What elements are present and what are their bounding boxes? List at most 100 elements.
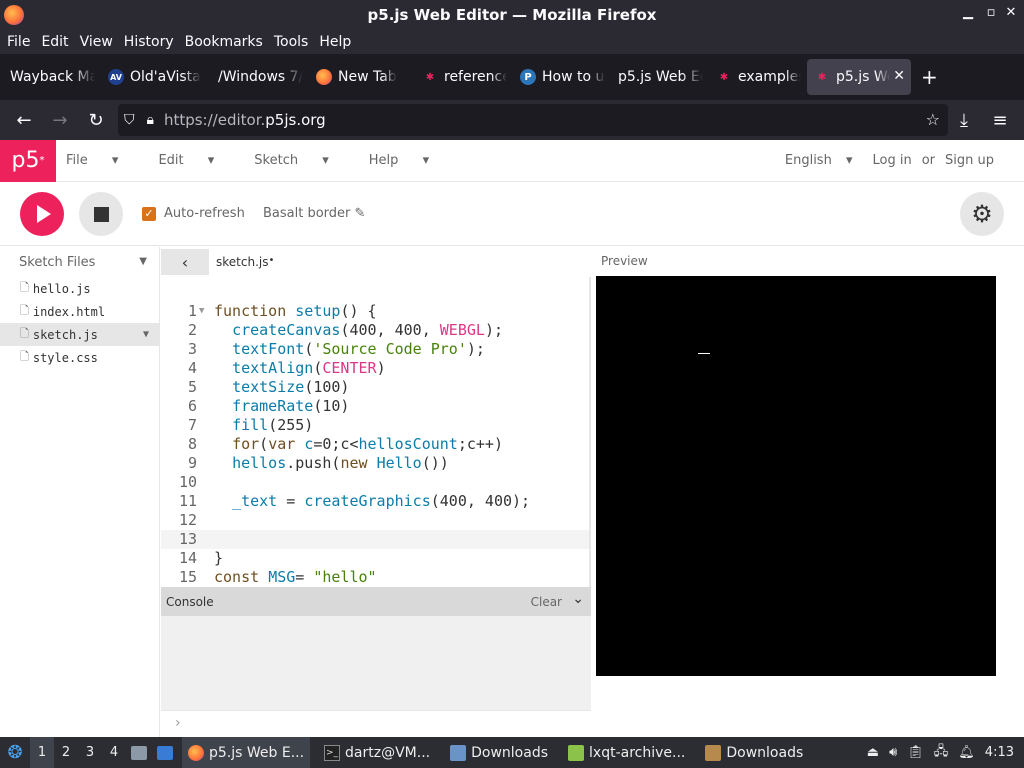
caret-down-icon[interactable]: ▼ <box>143 329 149 340</box>
canvas-text-glyph <box>698 353 710 354</box>
code-line[interactable]: 11 _text = createGraphics(400, 400); <box>161 492 591 511</box>
downloads-icon[interactable]: ⤓ <box>948 104 980 136</box>
bookmark-star-icon[interactable]: ☆ <box>926 110 940 129</box>
menu-edit[interactable]: Edit <box>41 34 68 50</box>
code-line[interactable]: 6 frameRate(10) <box>161 397 591 416</box>
code-line[interactable]: 2 createCanvas(400, 400, WEBGL); <box>161 321 591 340</box>
workspace-3[interactable]: 3 <box>78 737 102 768</box>
menu-view[interactable]: View <box>80 34 113 50</box>
show-desktop-icon[interactable] <box>152 737 178 768</box>
menu-history[interactable]: History <box>124 34 174 50</box>
tab-how-to[interactable]: P How to us <box>513 59 605 95</box>
code-editor[interactable]: 1 ▼ function setup() {2 createCanvas(400, … <box>161 277 591 587</box>
file-index-html[interactable]: 🗋 index.html <box>0 300 159 323</box>
forward-arrow-icon[interactable]: → <box>44 104 76 136</box>
p5-menu-help[interactable]: Help ▾ <box>369 153 449 168</box>
clipboard-icon[interactable]: 📋︎ <box>907 745 924 760</box>
code-line[interactable]: 14} <box>161 549 591 568</box>
menu-tools[interactable]: Tools <box>274 34 309 50</box>
new-tab-icon[interactable]: + <box>921 65 938 89</box>
url-bar[interactable]: ⛉ 🔒︎ https://editor. p5js.org ☆ <box>118 104 948 136</box>
notification-icon[interactable]: 🔔︎ <box>958 745 975 760</box>
workspace-2[interactable]: 2 <box>54 737 78 768</box>
code-line[interactable]: 7 fill(255) <box>161 416 591 435</box>
preview-canvas[interactable] <box>596 276 996 676</box>
code-line[interactable]: 4 textAlign(CENTER) <box>161 359 591 378</box>
code-line[interactable]: 8 for(var c=0;c<hellosCount;c++) <box>161 435 591 454</box>
workspace-4[interactable]: 4 <box>102 737 126 768</box>
code-line[interactable]: 9 hellos.push(new Hello()) <box>161 454 591 473</box>
editor-scrollbar[interactable] <box>589 277 591 587</box>
caret-down-icon[interactable]: ▼ <box>139 256 147 267</box>
tab-p5-editor-active[interactable]: ✱ p5.js We ✕ <box>807 59 911 95</box>
workspace-1[interactable]: 1 <box>30 737 54 768</box>
file-sketch-js[interactable]: 🗋 sketch.js ▼ <box>0 323 159 346</box>
eject-icon[interactable]: ⏏ <box>867 745 879 760</box>
reload-icon[interactable]: ↻ <box>80 104 112 136</box>
tab-label: How to us <box>542 69 605 85</box>
task-terminal[interactable]: >_ dartz@VM... <box>318 737 436 768</box>
sketch-name[interactable]: Basalt border ✎ <box>263 206 365 221</box>
settings-button[interactable]: ⚙ <box>960 192 1004 236</box>
tab-oldavista[interactable]: AV Old'aVista <box>101 59 205 95</box>
code-line[interactable]: 13 <box>161 530 591 549</box>
line-number: 14 <box>178 549 197 567</box>
pencil-icon[interactable]: ✎ <box>355 206 366 221</box>
start-menu-icon[interactable]: ❂ <box>0 737 30 768</box>
tab-new-tab[interactable]: New Tab <box>309 59 409 95</box>
collapse-sidebar-button[interactable]: ‹ <box>161 249 209 275</box>
fold-arrow-icon[interactable]: ▼ <box>199 302 204 321</box>
p5-menu-sketch[interactable]: Sketch ▾ <box>254 153 348 168</box>
file-icon: 🗋 <box>20 281 29 294</box>
code-line[interactable]: 12 <box>161 511 591 530</box>
hamburger-menu-icon[interactable]: ≡ <box>984 104 1016 136</box>
console-input[interactable]: › <box>161 710 591 737</box>
task-downloads[interactable]: Downloads <box>444 737 554 768</box>
p5-menu-file[interactable]: File ▾ <box>66 153 138 168</box>
stop-button[interactable] <box>79 192 123 236</box>
p5-menu-edit[interactable]: Edit ▾ <box>158 153 234 168</box>
code-text: textAlign(CENTER) <box>232 359 386 377</box>
task-downloads-2[interactable]: Downloads <box>699 737 809 768</box>
network-icon[interactable]: 🖧 <box>934 742 949 764</box>
signup-link[interactable]: Sign up <box>945 153 994 168</box>
code-line[interactable]: 1 ▼ function setup() { <box>161 302 591 321</box>
sidebar-header: Sketch Files ▼ <box>0 247 159 277</box>
menu-help[interactable]: Help <box>319 34 351 50</box>
code-line[interactable]: 5 textSize(100) <box>161 378 591 397</box>
minimize-icon[interactable]: ▁ <box>959 5 977 20</box>
code-line[interactable]: 15 const MSG= "hello" <box>161 568 591 587</box>
play-button[interactable] <box>20 192 64 236</box>
auto-refresh-checkbox[interactable]: ✓ <box>142 206 156 221</box>
browser-menubar: File Edit View History Bookmarks Tools H… <box>0 30 1024 54</box>
tab-p5-editor[interactable]: p5.js Web Ed <box>611 59 703 95</box>
code-line[interactable]: 3 textFont('Source Code Pro'); <box>161 340 591 359</box>
p5-logo[interactable]: p5 * <box>0 139 56 182</box>
file-icon: 🗋 <box>20 327 29 340</box>
console-clear-button[interactable]: Clear <box>531 595 562 609</box>
back-arrow-icon[interactable]: ← <box>8 104 40 136</box>
task-archiver[interactable]: lxqt-archive... <box>562 737 691 768</box>
tab-examples[interactable]: ✱ examples <box>709 59 801 95</box>
close-icon[interactable]: ✕ <box>1002 5 1020 20</box>
tab-wayback[interactable]: Wayback Ma <box>3 59 95 95</box>
tab-windows7[interactable]: /Windows 7/V <box>211 59 303 95</box>
tab-reference[interactable]: ✱ reference <box>415 59 507 95</box>
language-select[interactable]: English ▾ <box>775 153 853 168</box>
login-link[interactable]: Log in <box>873 153 912 168</box>
auto-refresh-toggle[interactable]: ✓ Auto-refresh <box>142 206 245 221</box>
code-text: createCanvas(400, 400, WEBGL); <box>232 321 503 339</box>
maximize-icon[interactable]: ▫ <box>982 5 1000 20</box>
file-hello-js[interactable]: 🗋 hello.js <box>0 277 159 300</box>
menu-file[interactable]: File <box>7 34 30 50</box>
close-tab-icon[interactable]: ✕ <box>893 68 905 84</box>
file-manager-icon[interactable] <box>126 737 152 768</box>
file-style-css[interactable]: 🗋 style.css <box>0 346 159 369</box>
menu-bookmarks[interactable]: Bookmarks <box>185 34 263 50</box>
chevron-down-icon[interactable]: ⌄ <box>572 591 584 607</box>
task-firefox[interactable]: p5.js Web E... <box>182 737 311 768</box>
shield-icon[interactable]: ⛉ <box>124 112 135 128</box>
code-line[interactable]: 10 <box>161 473 591 492</box>
lock-icon[interactable]: 🔒︎ <box>147 112 154 128</box>
volume-icon[interactable]: 🔊︎ <box>889 745 897 760</box>
